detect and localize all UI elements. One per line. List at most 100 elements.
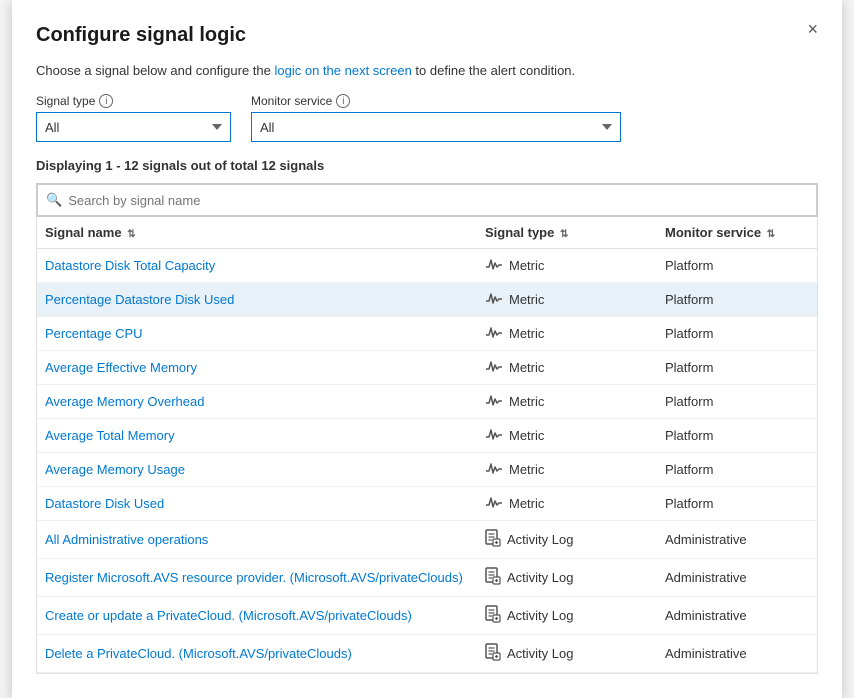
monitor-service-select[interactable]: All Platform Administrative	[251, 112, 621, 142]
monitor-service-cell: Platform	[657, 487, 817, 521]
signal-type-cell: Activity Log	[477, 635, 657, 673]
signal-name-cell: Datastore Disk Used	[37, 487, 477, 521]
activity-log-icon	[485, 529, 501, 550]
signal-type-cell: Metric	[477, 317, 657, 351]
signal-type-cell: Metric	[477, 453, 657, 487]
signal-name-cell: Percentage CPU	[37, 317, 477, 351]
signal-name-link[interactable]: Datastore Disk Used	[45, 496, 164, 511]
signal-type-cell: Metric	[477, 419, 657, 453]
signal-type-filter-group: Signal type i All Metric Activity Log	[36, 94, 231, 142]
search-box: 🔍	[37, 184, 817, 216]
search-container: 🔍	[36, 183, 818, 217]
table-row[interactable]: Average Effective Memory Metric Platform	[37, 351, 817, 385]
metric-icon	[485, 461, 503, 478]
signal-type-cell: Metric	[477, 249, 657, 283]
monitor-service-cell: Platform	[657, 385, 817, 419]
signal-type-info-icon[interactable]: i	[99, 94, 113, 108]
signal-name-cell: Register Microsoft.AVS resource provider…	[37, 559, 477, 597]
signal-type-text: Metric	[509, 258, 544, 273]
table-row[interactable]: Percentage Datastore Disk Used MetricPla…	[37, 283, 817, 317]
monitor-service-sort-icon[interactable]: ⇅	[767, 229, 775, 240]
signal-type-text: Activity Log	[507, 570, 573, 585]
signals-table: Signal name ⇅ Signal type ⇅ Monitor serv…	[37, 217, 817, 673]
signal-name-sort-icon[interactable]: ⇅	[127, 229, 135, 240]
signal-name-link[interactable]: Average Memory Usage	[45, 462, 185, 477]
dialog-description: Choose a signal below and configure the …	[36, 63, 818, 78]
signal-name-link[interactable]: Datastore Disk Total Capacity	[45, 258, 215, 273]
signal-name-link[interactable]: Average Total Memory	[45, 428, 175, 443]
signal-type-cell: Activity Log	[477, 559, 657, 597]
table-header-row: Signal name ⇅ Signal type ⇅ Monitor serv…	[37, 217, 817, 249]
monitor-service-cell: Administrative	[657, 521, 817, 559]
table-row[interactable]: Average Total Memory MetricPlatform	[37, 419, 817, 453]
signal-type-text: Metric	[509, 462, 544, 477]
signal-type-cell: Metric	[477, 283, 657, 317]
signal-name-link[interactable]: Percentage Datastore Disk Used	[45, 292, 234, 307]
display-info: Displaying 1 - 12 signals out of total 1…	[36, 158, 818, 173]
logic-link[interactable]: logic on the next screen	[275, 63, 412, 78]
signal-name-cell: Create or update a PrivateCloud. (Micros…	[37, 597, 477, 635]
monitor-service-cell: Platform	[657, 317, 817, 351]
signal-name-cell: Datastore Disk Total Capacity	[37, 249, 477, 283]
monitor-service-cell: Platform	[657, 419, 817, 453]
monitor-service-cell: Platform	[657, 351, 817, 385]
activity-log-icon	[485, 643, 501, 664]
signal-name-link[interactable]: All Administrative operations	[45, 532, 208, 547]
activity-log-icon	[485, 567, 501, 588]
signal-name-link[interactable]: Delete a PrivateCloud. (Microsoft.AVS/pr…	[45, 646, 352, 661]
signal-type-cell: Metric	[477, 385, 657, 419]
signal-type-text: Activity Log	[507, 646, 573, 661]
table-row[interactable]: Percentage CPU Metric Platform	[37, 317, 817, 351]
monitor-service-label: Monitor service i	[251, 94, 621, 108]
signal-type-cell: Metric	[477, 351, 657, 385]
close-button[interactable]: ×	[801, 18, 824, 40]
signal-type-text: Activity Log	[507, 532, 573, 547]
metric-icon	[485, 325, 503, 342]
metric-icon	[485, 359, 503, 376]
table-row[interactable]: Average Memory Usage MetricPlatform	[37, 453, 817, 487]
signal-name-cell: Delete a PrivateCloud. (Microsoft.AVS/pr…	[37, 635, 477, 673]
search-icon: 🔍	[46, 192, 62, 208]
table-row[interactable]: All Administrative operations Activity L…	[37, 521, 817, 559]
metric-icon	[485, 495, 503, 512]
signal-name-link[interactable]: Average Effective Memory	[45, 360, 197, 375]
signal-name-cell: Percentage Datastore Disk Used	[37, 283, 477, 317]
table-row[interactable]: Datastore Disk Used MetricPlatform	[37, 487, 817, 521]
monitor-service-cell: Administrative	[657, 635, 817, 673]
activity-log-icon	[485, 605, 501, 626]
signal-name-link[interactable]: Average Memory Overhead	[45, 394, 204, 409]
signal-name-link[interactable]: Percentage CPU	[45, 326, 143, 341]
signals-table-container: Signal name ⇅ Signal type ⇅ Monitor serv…	[36, 217, 818, 674]
table-row[interactable]: Create or update a PrivateCloud. (Micros…	[37, 597, 817, 635]
signal-name-link[interactable]: Register Microsoft.AVS resource provider…	[45, 570, 463, 585]
dialog-title: Configure signal logic	[36, 24, 818, 47]
signal-name-cell: Average Memory Usage	[37, 453, 477, 487]
signal-type-text: Metric	[509, 326, 544, 341]
signal-type-text: Metric	[509, 292, 544, 307]
signal-type-text: Metric	[509, 394, 544, 409]
signal-type-cell: Activity Log	[477, 597, 657, 635]
signal-type-sort-icon[interactable]: ⇅	[560, 229, 568, 240]
monitor-service-cell: Administrative	[657, 559, 817, 597]
signal-name-cell: Average Effective Memory	[37, 351, 477, 385]
monitor-service-info-icon[interactable]: i	[336, 94, 350, 108]
search-input[interactable]	[68, 193, 808, 208]
table-row[interactable]: Datastore Disk Total Capacity Metric Plat…	[37, 249, 817, 283]
col-monitor-service: Monitor service ⇅	[657, 217, 817, 249]
signal-name-link[interactable]: Create or update a PrivateCloud. (Micros…	[45, 608, 412, 623]
monitor-service-cell: Platform	[657, 249, 817, 283]
metric-icon	[485, 427, 503, 444]
signal-type-cell: Activity Log	[477, 521, 657, 559]
table-body: Datastore Disk Total Capacity MetricPlat…	[37, 249, 817, 673]
signal-type-text: Activity Log	[507, 608, 573, 623]
metric-icon	[485, 257, 503, 274]
filters-row: Signal type i All Metric Activity Log Mo…	[36, 94, 818, 142]
table-row[interactable]: Delete a PrivateCloud. (Microsoft.AVS/pr…	[37, 635, 817, 673]
signal-type-cell: Metric	[477, 487, 657, 521]
signal-type-select[interactable]: All Metric Activity Log	[36, 112, 231, 142]
table-row[interactable]: Register Microsoft.AVS resource provider…	[37, 559, 817, 597]
configure-signal-dialog: Configure signal logic × Choose a signal…	[12, 0, 842, 698]
col-signal-type: Signal type ⇅	[477, 217, 657, 249]
table-row[interactable]: Average Memory Overhead Metric Platform	[37, 385, 817, 419]
signal-type-text: Metric	[509, 360, 544, 375]
